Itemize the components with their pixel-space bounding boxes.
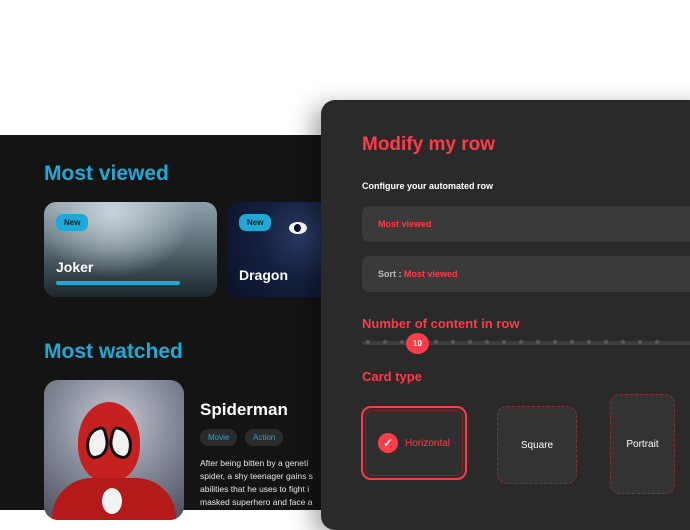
slider-tick: [604, 340, 608, 344]
slider-tick: [553, 340, 557, 344]
modify-row-panel: Modify my row Configure your automated r…: [321, 100, 690, 530]
movie-card-joker[interactable]: New Joker: [44, 202, 217, 297]
card-type-square[interactable]: Square: [497, 406, 577, 484]
slider-tick: [485, 340, 489, 344]
most-viewed-title: Most viewed: [44, 162, 169, 185]
slider-tick: [655, 340, 659, 344]
card-title: Dragon: [239, 267, 288, 283]
slider-tick: [638, 340, 642, 344]
watch-progress-bar: [56, 281, 180, 285]
new-badge: New: [56, 214, 89, 231]
card-type-horizontal-label: Horizontal: [404, 437, 451, 449]
slider-tick: [468, 340, 472, 344]
content-count-label: Number of content in row: [362, 316, 520, 331]
slider-tick: [536, 340, 540, 344]
sort-label: Sort :: [378, 269, 402, 279]
check-icon: ✓: [377, 433, 398, 453]
card-title: Joker: [56, 259, 94, 275]
card-type-horizontal[interactable]: ✓ Horizontal: [361, 406, 467, 480]
modal-subtitle: Configure your automated row: [362, 181, 494, 191]
slider-tick: [400, 340, 404, 344]
card-type-label: Card type: [362, 369, 422, 384]
dragon-eye-image: [289, 222, 307, 234]
slider-tick: [434, 340, 438, 344]
modal-title: Modify my row: [362, 134, 496, 155]
content-count-slider-handle[interactable]: 10: [406, 333, 429, 354]
slider-tick: [451, 340, 455, 344]
spiderman-poster[interactable]: [44, 380, 184, 520]
most-watched-title: Most watched: [44, 340, 183, 363]
slider-tick: [570, 340, 574, 344]
movie-description: After being bitten by a geneti spider, a…: [200, 458, 313, 507]
new-badge: New: [239, 214, 272, 231]
mask-eye-right: [105, 425, 137, 461]
slider-tick: [587, 340, 591, 344]
slider-tick: [366, 340, 370, 344]
row-select-value: Most viewed: [378, 219, 432, 229]
sort-value: Most viewed: [404, 269, 458, 279]
mask-eye-left: [81, 425, 113, 461]
spiderman-mask-image: [78, 402, 140, 482]
genre-tag-movie[interactable]: Movie: [200, 429, 238, 446]
sort-select-text: Sort : Most viewed: [378, 269, 458, 279]
card-type-portrait-label: Portrait: [626, 438, 659, 450]
row-select-field[interactable]: Most viewed: [362, 206, 690, 242]
card-type-square-label: Square: [520, 439, 554, 451]
card-type-horizontal-content: ✓ Horizontal: [363, 408, 465, 478]
spider-emblem: [102, 488, 122, 514]
genre-tag-action[interactable]: Action: [245, 429, 284, 446]
slider-tick: [502, 340, 506, 344]
movie-title: Spiderman: [200, 400, 288, 419]
sort-select-field[interactable]: Sort : Most viewed: [362, 256, 690, 292]
slider-tick: [519, 340, 523, 344]
slider-tick: [383, 340, 387, 344]
card-type-portrait[interactable]: Portrait: [610, 394, 675, 494]
slider-tick: [621, 340, 625, 344]
